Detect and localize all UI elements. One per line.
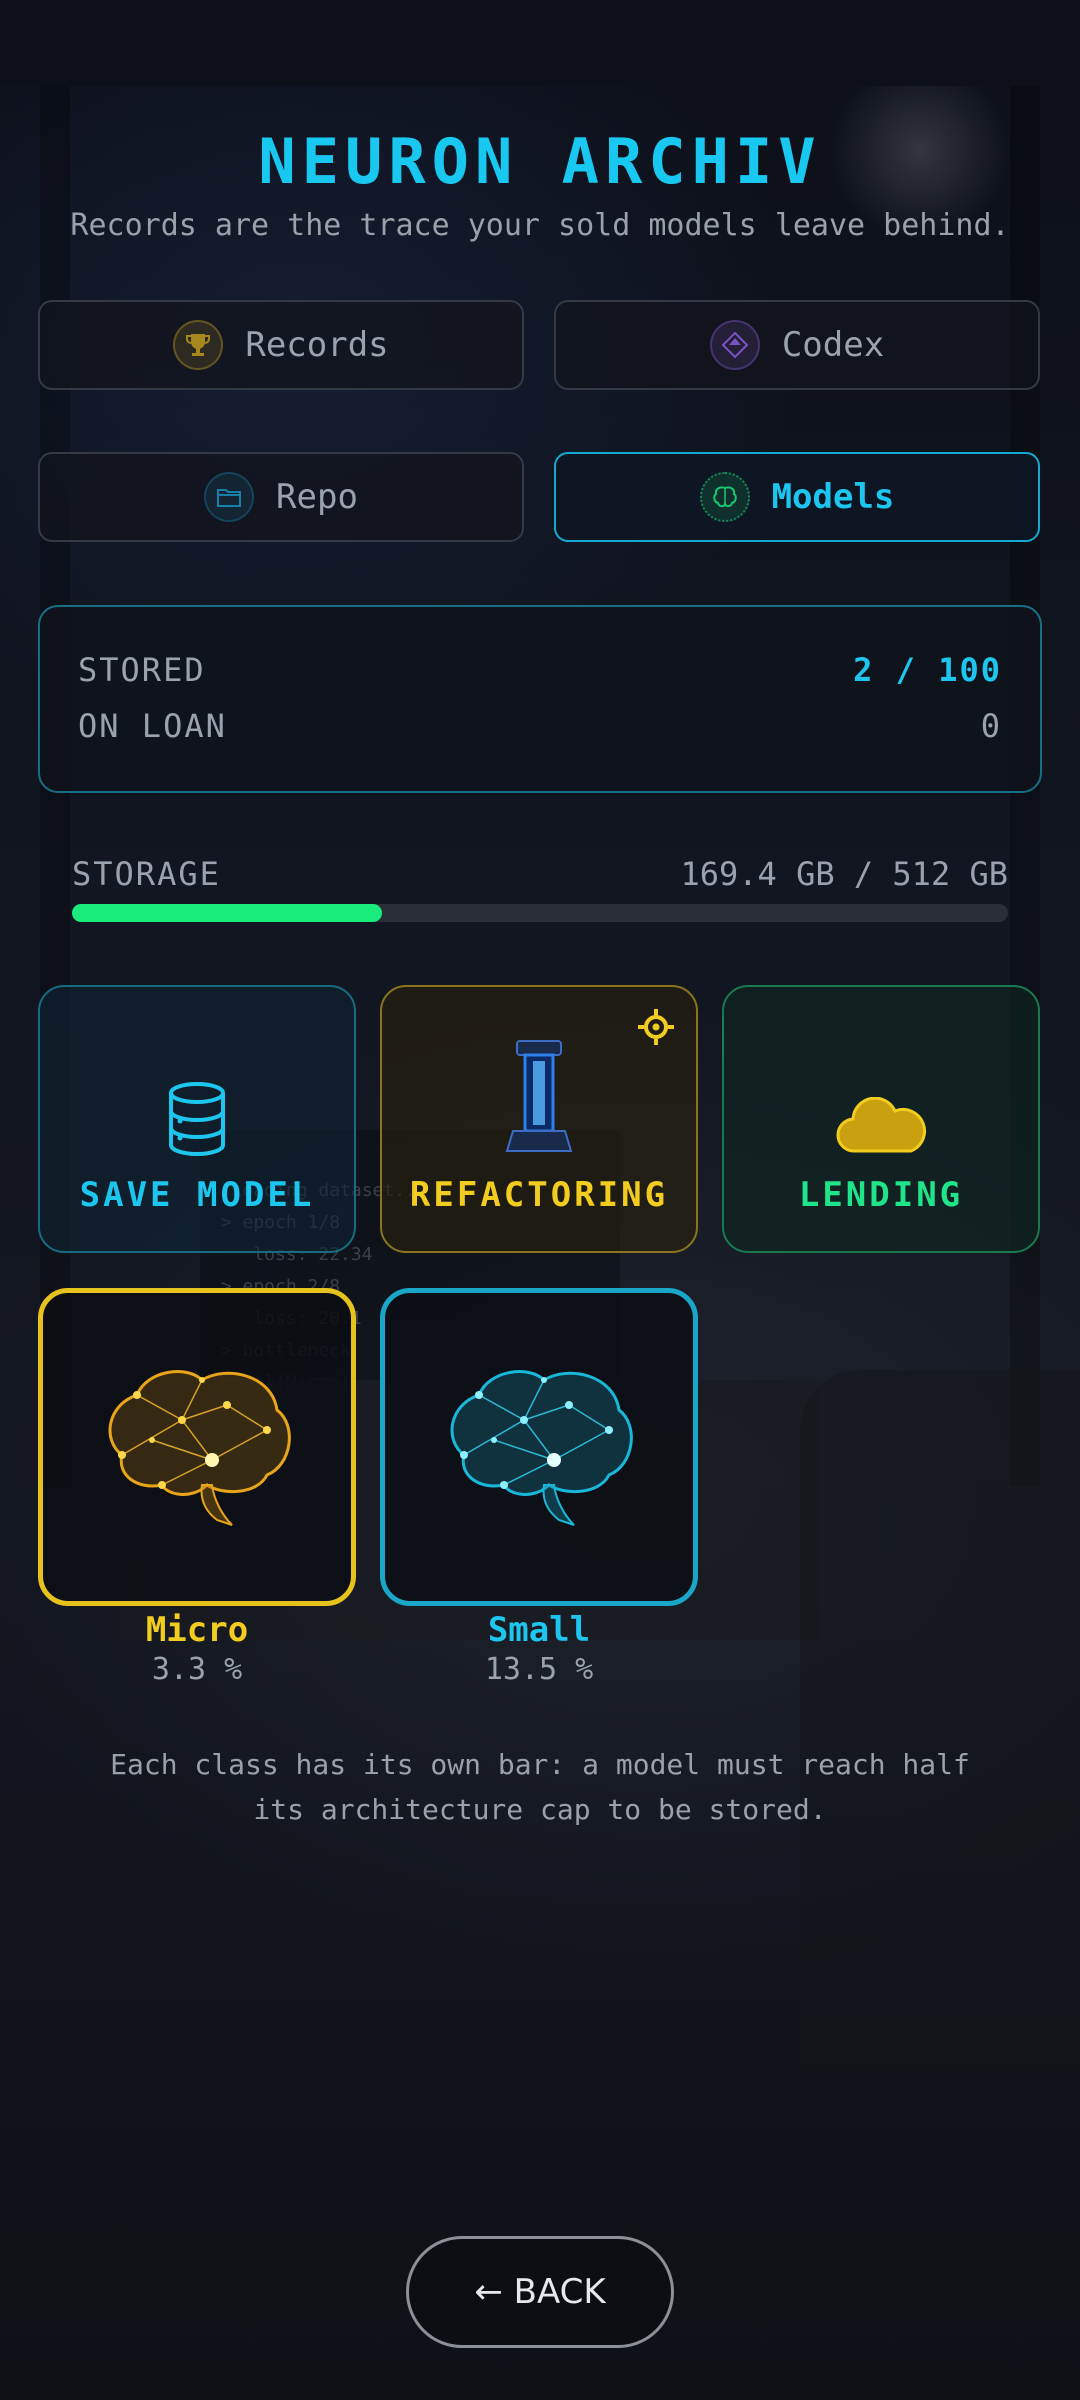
database-icon [164,1081,230,1161]
tab-models-label: Models [771,477,895,517]
brain-icon [92,1360,302,1534]
page-subtitle: Records are the trace your sold models l… [70,208,1010,243]
storage-bar-fill [72,904,382,922]
diamond-icon [709,320,760,370]
model-percent-small: 13.5 % [484,1652,594,1687]
cloud-icon [833,1096,929,1161]
folder-icon [204,472,255,522]
save-model-button[interactable]: SAVE MODEL [38,985,356,1253]
stats-panel: STORED 2 / 100 ON LOAN 0 [38,605,1042,793]
on-loan-label: ON LOAN [78,707,227,745]
on-loan-row: ON LOAN 0 [78,707,1002,745]
model-card-small[interactable] [380,1288,698,1606]
stored-value: 2 / 100 [853,651,1002,689]
model-name-small: Small [487,1610,591,1650]
tab-records[interactable]: Records [38,300,524,390]
model-card-micro[interactable] [38,1288,356,1606]
tab-records-label: Records [245,325,389,365]
storage-label: STORAGE [72,855,221,893]
refactoring-label: REFACTORING [409,1175,669,1215]
storage-value: 169.4 GB / 512 GB [680,855,1008,893]
gear-icon [636,1007,676,1051]
lending-button[interactable]: LENDING [722,985,1040,1253]
tab-repo[interactable]: Repo [38,452,524,542]
model-percent-micro: 3.3 % [151,1652,243,1687]
tab-codex[interactable]: Codex [554,300,1040,390]
page-title: NEURON ARCHIV [258,125,822,198]
trophy-icon [173,320,224,370]
back-button[interactable]: ← BACK [406,2236,674,2348]
brain-icon [699,472,750,522]
tab-models[interactable]: Models [554,452,1040,542]
tab-repo-label: Repo [276,477,358,517]
capacitor-icon [499,1039,579,1161]
tab-codex-label: Codex [781,325,885,365]
refactoring-button[interactable]: REFACTORING [380,985,698,1253]
lending-label: LENDING [798,1175,964,1215]
storage-bar [72,904,1008,922]
info-note: Each class has its own bar: a model must… [110,1748,970,1826]
model-name-micro: Micro [145,1610,249,1650]
background-chair [800,1370,1080,2070]
brain-icon [434,1360,644,1534]
status-bar [0,0,1080,86]
on-loan-value: 0 [980,707,1002,745]
stored-row: STORED 2 / 100 [78,651,1002,689]
save-model-label: SAVE MODEL [79,1175,315,1215]
stored-label: STORED [78,651,206,689]
